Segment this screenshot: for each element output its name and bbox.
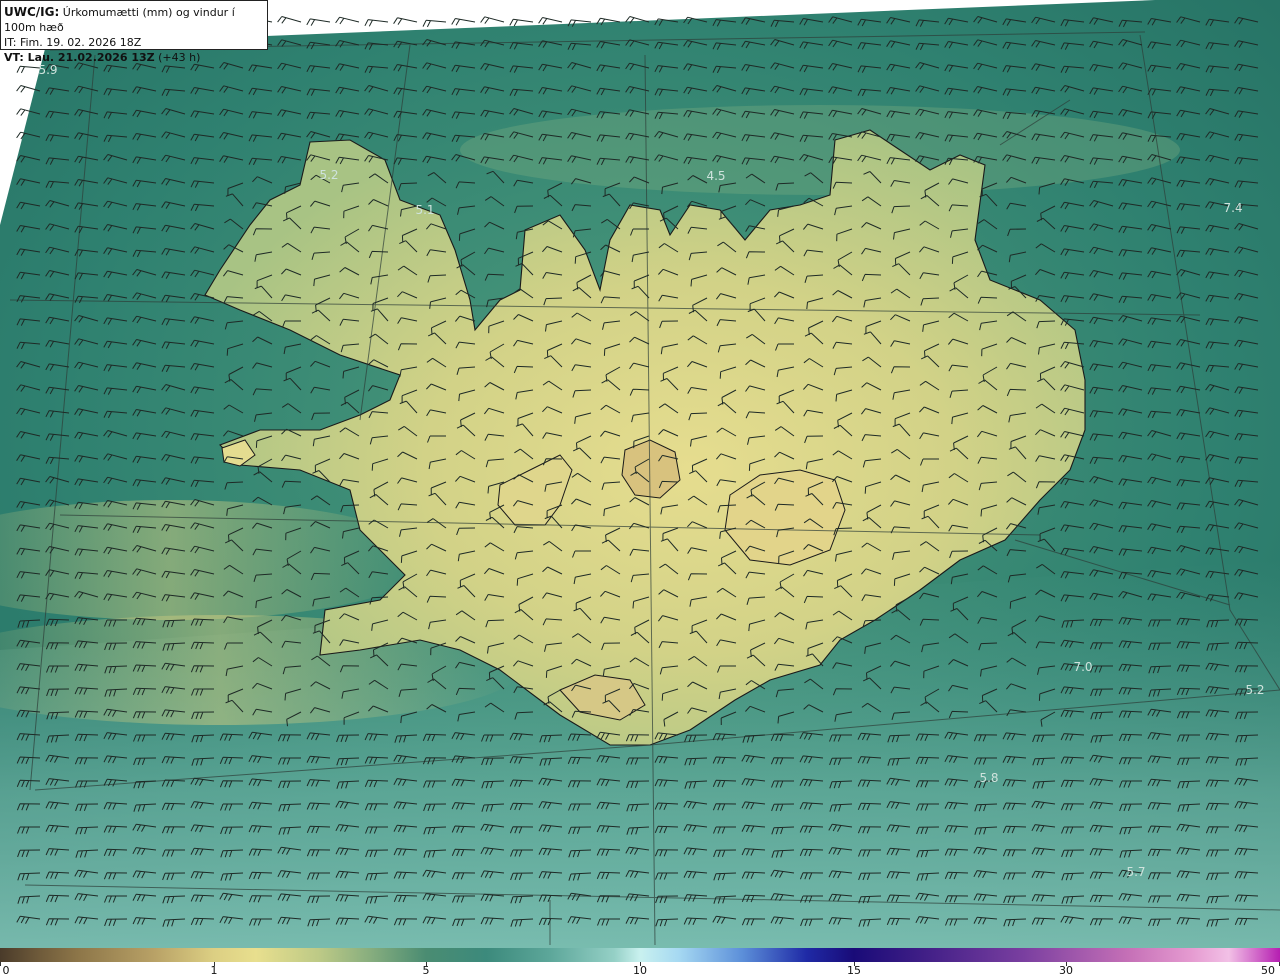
model-name: UWC/IG: <box>4 5 60 19</box>
map-info-box: UWC/IG: Úrkomumætti (mm) og vindur í 100… <box>0 0 268 64</box>
colorbar-tick <box>0 962 1 966</box>
colorbar-tick-label: 1 <box>210 964 218 977</box>
info-title: UWC/IG: Úrkomumætti (mm) og vindur í 100… <box>4 5 267 35</box>
value-label: 5.7 <box>1126 865 1146 879</box>
colorbar-tick-label: 15 <box>847 964 861 977</box>
init-time: IT: Fim. 19. 02. 2026 18Z <box>4 36 142 49</box>
map-area[interactable]: UWC/IG: Úrkomumætti (mm) og vindur í 100… <box>0 0 1280 948</box>
precipitation-map[interactable] <box>0 0 1280 948</box>
value-label: 5.2 <box>319 168 339 182</box>
colorbar-tick-label: 0 <box>2 964 10 977</box>
value-label: 7.0 <box>1073 660 1093 674</box>
north-band <box>460 105 1180 195</box>
value-label: 5.1 <box>415 203 435 217</box>
value-label: 5.2 <box>1245 683 1265 697</box>
value-label: 5.8 <box>979 771 999 785</box>
colorbar-tick-label: 50 <box>1261 964 1275 977</box>
value-label: 5.9 <box>38 63 58 77</box>
value-label: 4.5 <box>706 169 726 183</box>
colorbar-strip <box>0 948 1280 962</box>
forecast-hour: (+43 h) <box>154 51 201 64</box>
colorbar-tick-label: 10 <box>633 964 647 977</box>
colorbar: 0 1 5 10 15 30 50 <box>0 948 1280 978</box>
colorbar-tick-label: 30 <box>1059 964 1073 977</box>
colorbar-tick-label: 5 <box>422 964 430 977</box>
value-label: 7.4 <box>1223 201 1243 215</box>
valid-time-bold: VT: Lau. 21.02.2026 13Z <box>4 51 155 64</box>
